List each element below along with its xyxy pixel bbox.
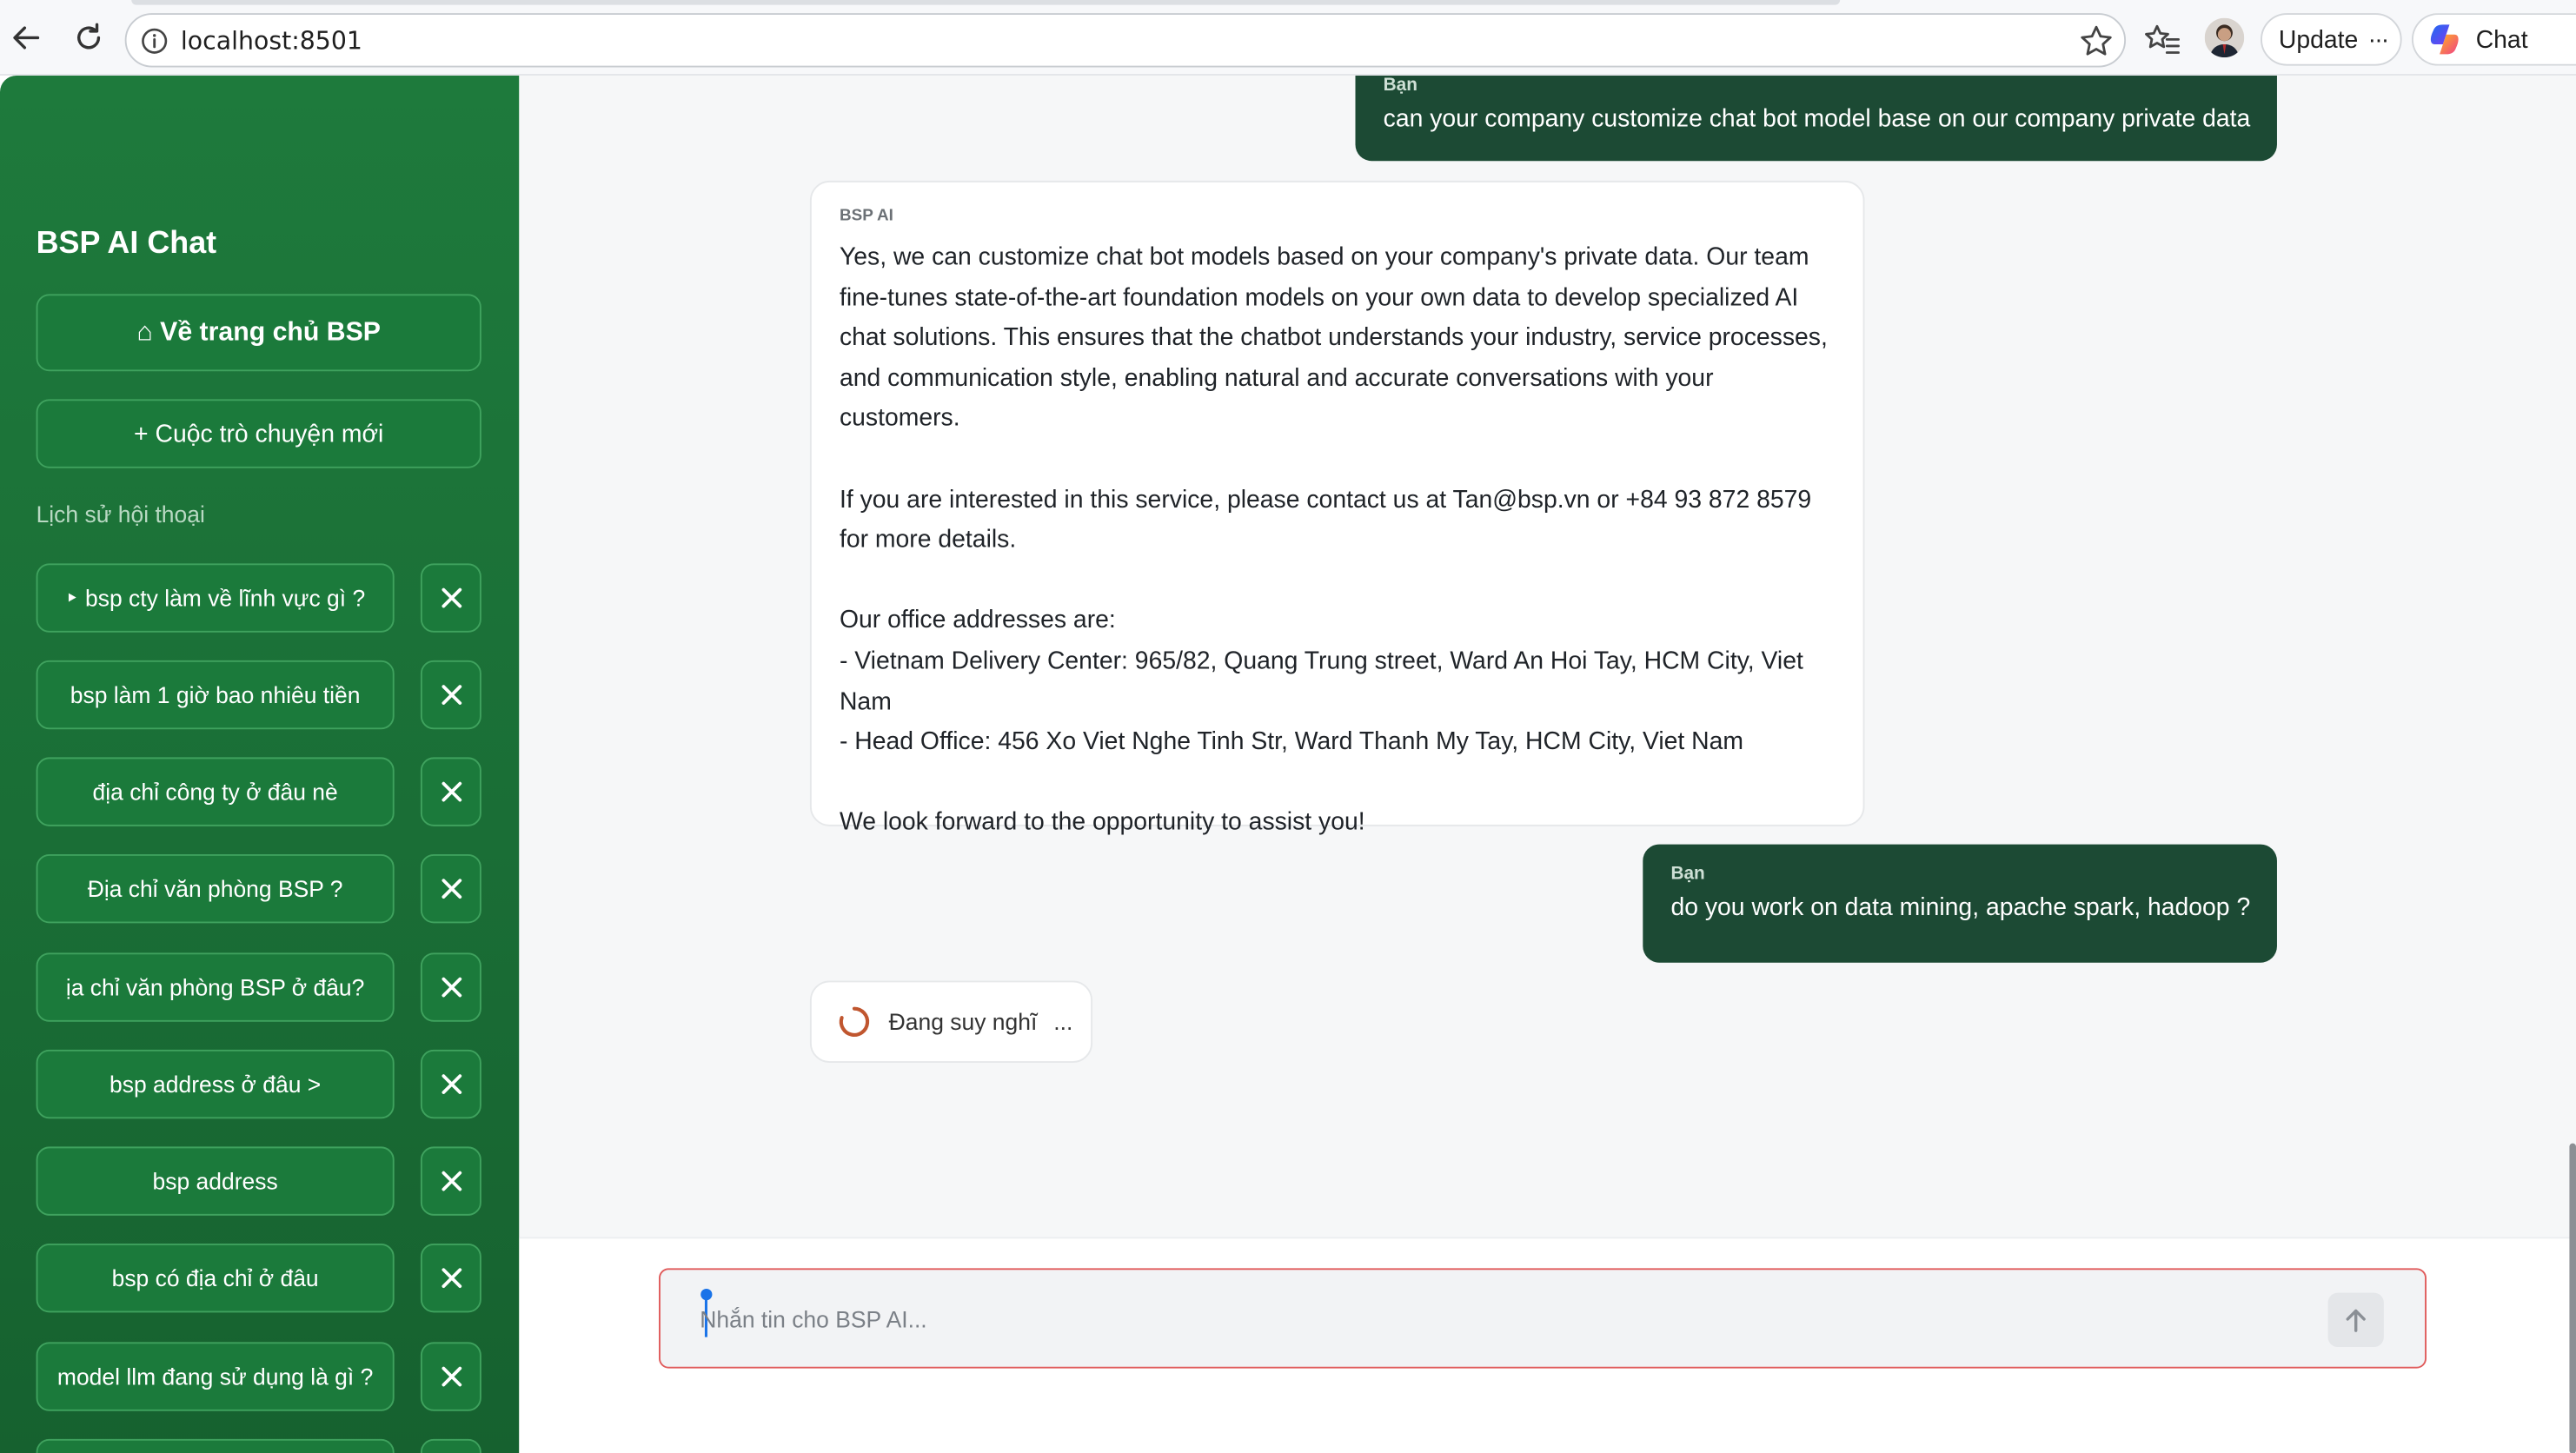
delete-history-button[interactable] xyxy=(420,853,481,924)
message-author: Bạn xyxy=(1670,864,1705,884)
url-text: localhost:8501 xyxy=(180,25,362,56)
home-button[interactable]: ⌂ Về trang chủ BSP xyxy=(36,294,481,372)
more-menu-icon[interactable]: ··· xyxy=(2368,25,2390,53)
sidebar: BSP AI Chat ⌂ Về trang chủ BSP + Cuộc tr… xyxy=(0,75,520,1453)
history-item[interactable]: Địa chỉ văn phòng BSP ? xyxy=(36,853,395,924)
close-icon xyxy=(441,1074,461,1094)
close-icon xyxy=(441,1268,461,1288)
reload-button[interactable] xyxy=(68,17,110,59)
back-button[interactable] xyxy=(5,17,48,59)
close-icon xyxy=(441,781,461,802)
thinking-dots: ... xyxy=(1053,1008,1073,1035)
copilot-icon xyxy=(2430,24,2459,55)
bookmark-star-icon[interactable] xyxy=(2078,23,2115,59)
delete-history-button[interactable] xyxy=(420,757,481,826)
delete-history-button[interactable] xyxy=(420,1438,481,1453)
message-text: Yes, we can customize chat bot models ba… xyxy=(839,242,1828,837)
message-author: BSP AI xyxy=(839,207,893,225)
reload-icon xyxy=(77,23,101,50)
history-item[interactable]: ịa chỉ văn phòng BSP ở đâu? xyxy=(36,952,395,1022)
tab-strip-edge xyxy=(131,0,1841,5)
site-info-icon[interactable] xyxy=(140,25,169,55)
close-icon xyxy=(441,685,461,705)
delete-history-button[interactable] xyxy=(420,1049,481,1119)
history-item[interactable]: địa chỉ công ty ở đâu nè xyxy=(36,757,395,826)
message-text: can your company customize chat bot mode… xyxy=(1383,104,2251,134)
history-item[interactable]: model llm đang sử dụng là gì ? xyxy=(36,1342,395,1411)
scrollbar-thumb[interactable] xyxy=(2569,1143,2576,1453)
chat-label: Chat xyxy=(2475,25,2528,54)
user-photo-icon xyxy=(2204,17,2245,58)
user-message: Bạn do you work on data mining, apache s… xyxy=(1643,844,2277,963)
close-icon xyxy=(441,1366,461,1387)
loading-spinner-icon xyxy=(839,1006,870,1037)
user-message: Bạn can your company customize chat bot … xyxy=(1355,75,2277,162)
update-button[interactable]: Update ··· xyxy=(2261,13,2402,66)
copilot-chat-button[interactable]: Chat xyxy=(2411,13,2576,66)
message-input[interactable] xyxy=(700,1301,2277,1337)
history-item[interactable]: bsp có địa chỉ ở đâu xyxy=(36,1243,395,1313)
delete-history-button[interactable] xyxy=(420,660,481,730)
favorites-button[interactable] xyxy=(2142,20,2181,59)
history-label: Lịch sử hội thoại xyxy=(36,501,205,527)
close-icon xyxy=(441,587,461,608)
history-item[interactable]: bsp address ở đâu > xyxy=(36,1049,395,1119)
chat-area: Bạn can your company customize chat bot … xyxy=(519,75,2576,1453)
profile-avatar[interactable] xyxy=(2204,17,2245,58)
update-label: Update xyxy=(2278,25,2359,54)
history-item[interactable]: ‣ bsp cty làm về lĩnh vực gì ? xyxy=(36,563,395,633)
thinking-indicator: Đang suy nghĩ ... xyxy=(809,980,1093,1064)
delete-history-button[interactable] xyxy=(420,1243,481,1313)
message-author: Bạn xyxy=(1383,75,1417,96)
history-item[interactable]: bsp address xyxy=(36,1146,395,1216)
close-icon xyxy=(441,977,461,998)
arrow-up-icon xyxy=(2346,1308,2366,1331)
send-button[interactable] xyxy=(2327,1292,2384,1348)
delete-history-button[interactable] xyxy=(420,1146,481,1216)
browser-toolbar: localhost:8501 Update ··· Chat xyxy=(0,0,2576,76)
message-composer[interactable] xyxy=(659,1268,2427,1369)
assistant-message: BSP AI Yes, we can customize chat bot mo… xyxy=(809,180,1865,837)
new-chat-button[interactable]: + Cuộc trò chuyện mới xyxy=(36,399,481,468)
close-icon xyxy=(441,879,461,899)
thinking-text: Đang suy nghĩ xyxy=(888,1008,1038,1035)
delete-history-button[interactable] xyxy=(420,563,481,633)
address-bar[interactable]: localhost:8501 xyxy=(124,13,2127,68)
history-item-partial[interactable] xyxy=(36,1438,395,1453)
sidebar-title: BSP AI Chat xyxy=(36,226,217,262)
message-text: do you work on data mining, apache spark… xyxy=(1670,893,2251,922)
delete-history-button[interactable] xyxy=(420,1342,481,1411)
delete-history-button[interactable] xyxy=(420,952,481,1022)
composer-footer xyxy=(519,1237,2576,1453)
history-item[interactable]: bsp làm 1 giờ bao nhiêu tiền xyxy=(36,660,395,730)
arrow-left-icon xyxy=(13,26,40,50)
favorites-icon xyxy=(2145,24,2180,54)
close-icon xyxy=(441,1171,461,1191)
